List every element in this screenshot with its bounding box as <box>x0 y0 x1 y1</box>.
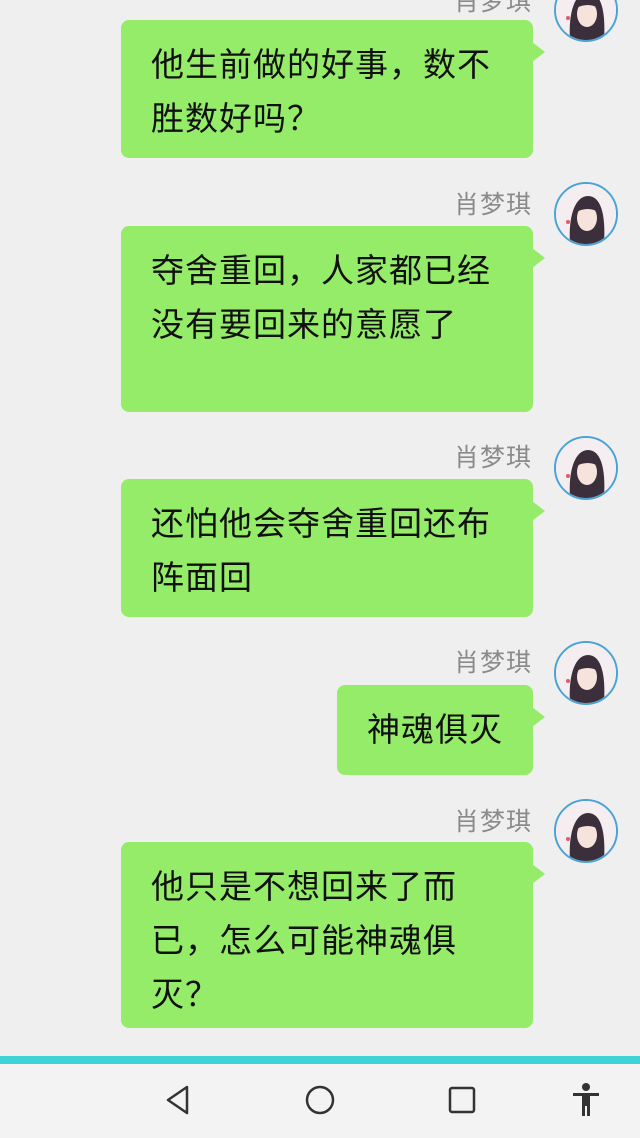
sender-name: 肖梦琪 <box>453 648 532 677</box>
accessibility-person-icon <box>573 1083 599 1116</box>
sender-name: 肖梦琪 <box>453 807 532 836</box>
message-bubble[interactable]: 他只是不想回来了而已，怎么可能神魂俱灭？ <box>121 842 545 1028</box>
avatar-portrait-icon <box>556 438 616 498</box>
sender-name: 肖梦琪 <box>453 0 532 16</box>
circle-home-icon <box>305 1085 335 1115</box>
avatar-portrait-icon <box>556 184 616 244</box>
avatar[interactable] <box>554 641 618 705</box>
avatar[interactable] <box>554 182 618 246</box>
back-button[interactable] <box>158 1080 198 1120</box>
accessibility-button[interactable] <box>566 1080 606 1120</box>
system-navigation-bar <box>0 1064 640 1138</box>
sender-name: 肖梦琪 <box>453 190 532 219</box>
avatar[interactable] <box>554 0 618 42</box>
accent-bar <box>0 1056 640 1064</box>
message-bubble[interactable]: 夺舍重回，人家都已经没有要回来的意愿了 <box>121 226 545 412</box>
avatar[interactable] <box>554 799 618 863</box>
avatar-portrait-icon <box>556 0 616 40</box>
message-bubble[interactable]: 神魂俱灭 <box>337 685 545 775</box>
square-recents-icon <box>448 1086 476 1114</box>
recents-button[interactable] <box>442 1080 482 1120</box>
triangle-back-icon <box>166 1085 189 1115</box>
avatar-portrait-icon <box>556 801 616 861</box>
avatar-portrait-icon <box>556 643 616 703</box>
sender-name: 肖梦琪 <box>453 443 532 472</box>
chat-area[interactable]: 肖梦琪 他生前做的好事，数不胜数好吗？ 肖梦琪 夺舍重回，人家都已经没有要回来的 <box>0 0 640 1056</box>
avatar[interactable] <box>554 436 618 500</box>
message-bubble[interactable]: 还怕他会夺舍重回还布阵面回 <box>121 479 545 617</box>
message-bubble[interactable]: 他生前做的好事，数不胜数好吗？ <box>121 20 545 158</box>
home-button[interactable] <box>300 1080 340 1120</box>
